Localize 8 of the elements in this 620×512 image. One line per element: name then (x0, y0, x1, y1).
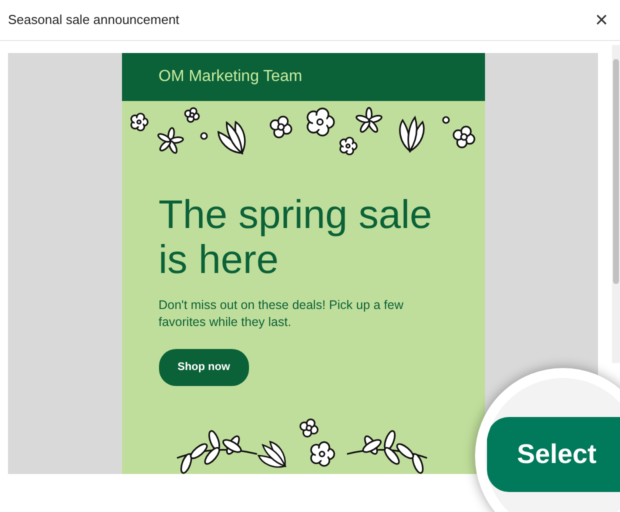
scrollbar[interactable] (612, 45, 620, 363)
email-text: Don't miss out on these deals! Pick up a few favorites while they last. (158, 297, 404, 331)
shop-now-button[interactable]: Shop now (158, 349, 250, 386)
close-button[interactable]: × (593, 9, 610, 31)
dialog-title: Seasonal sale announcement (8, 11, 180, 30)
email-heading: The spring sale is here (158, 193, 433, 283)
sender-name: OM Marketing Team (158, 67, 302, 87)
select-button[interactable]: Select (487, 417, 620, 492)
